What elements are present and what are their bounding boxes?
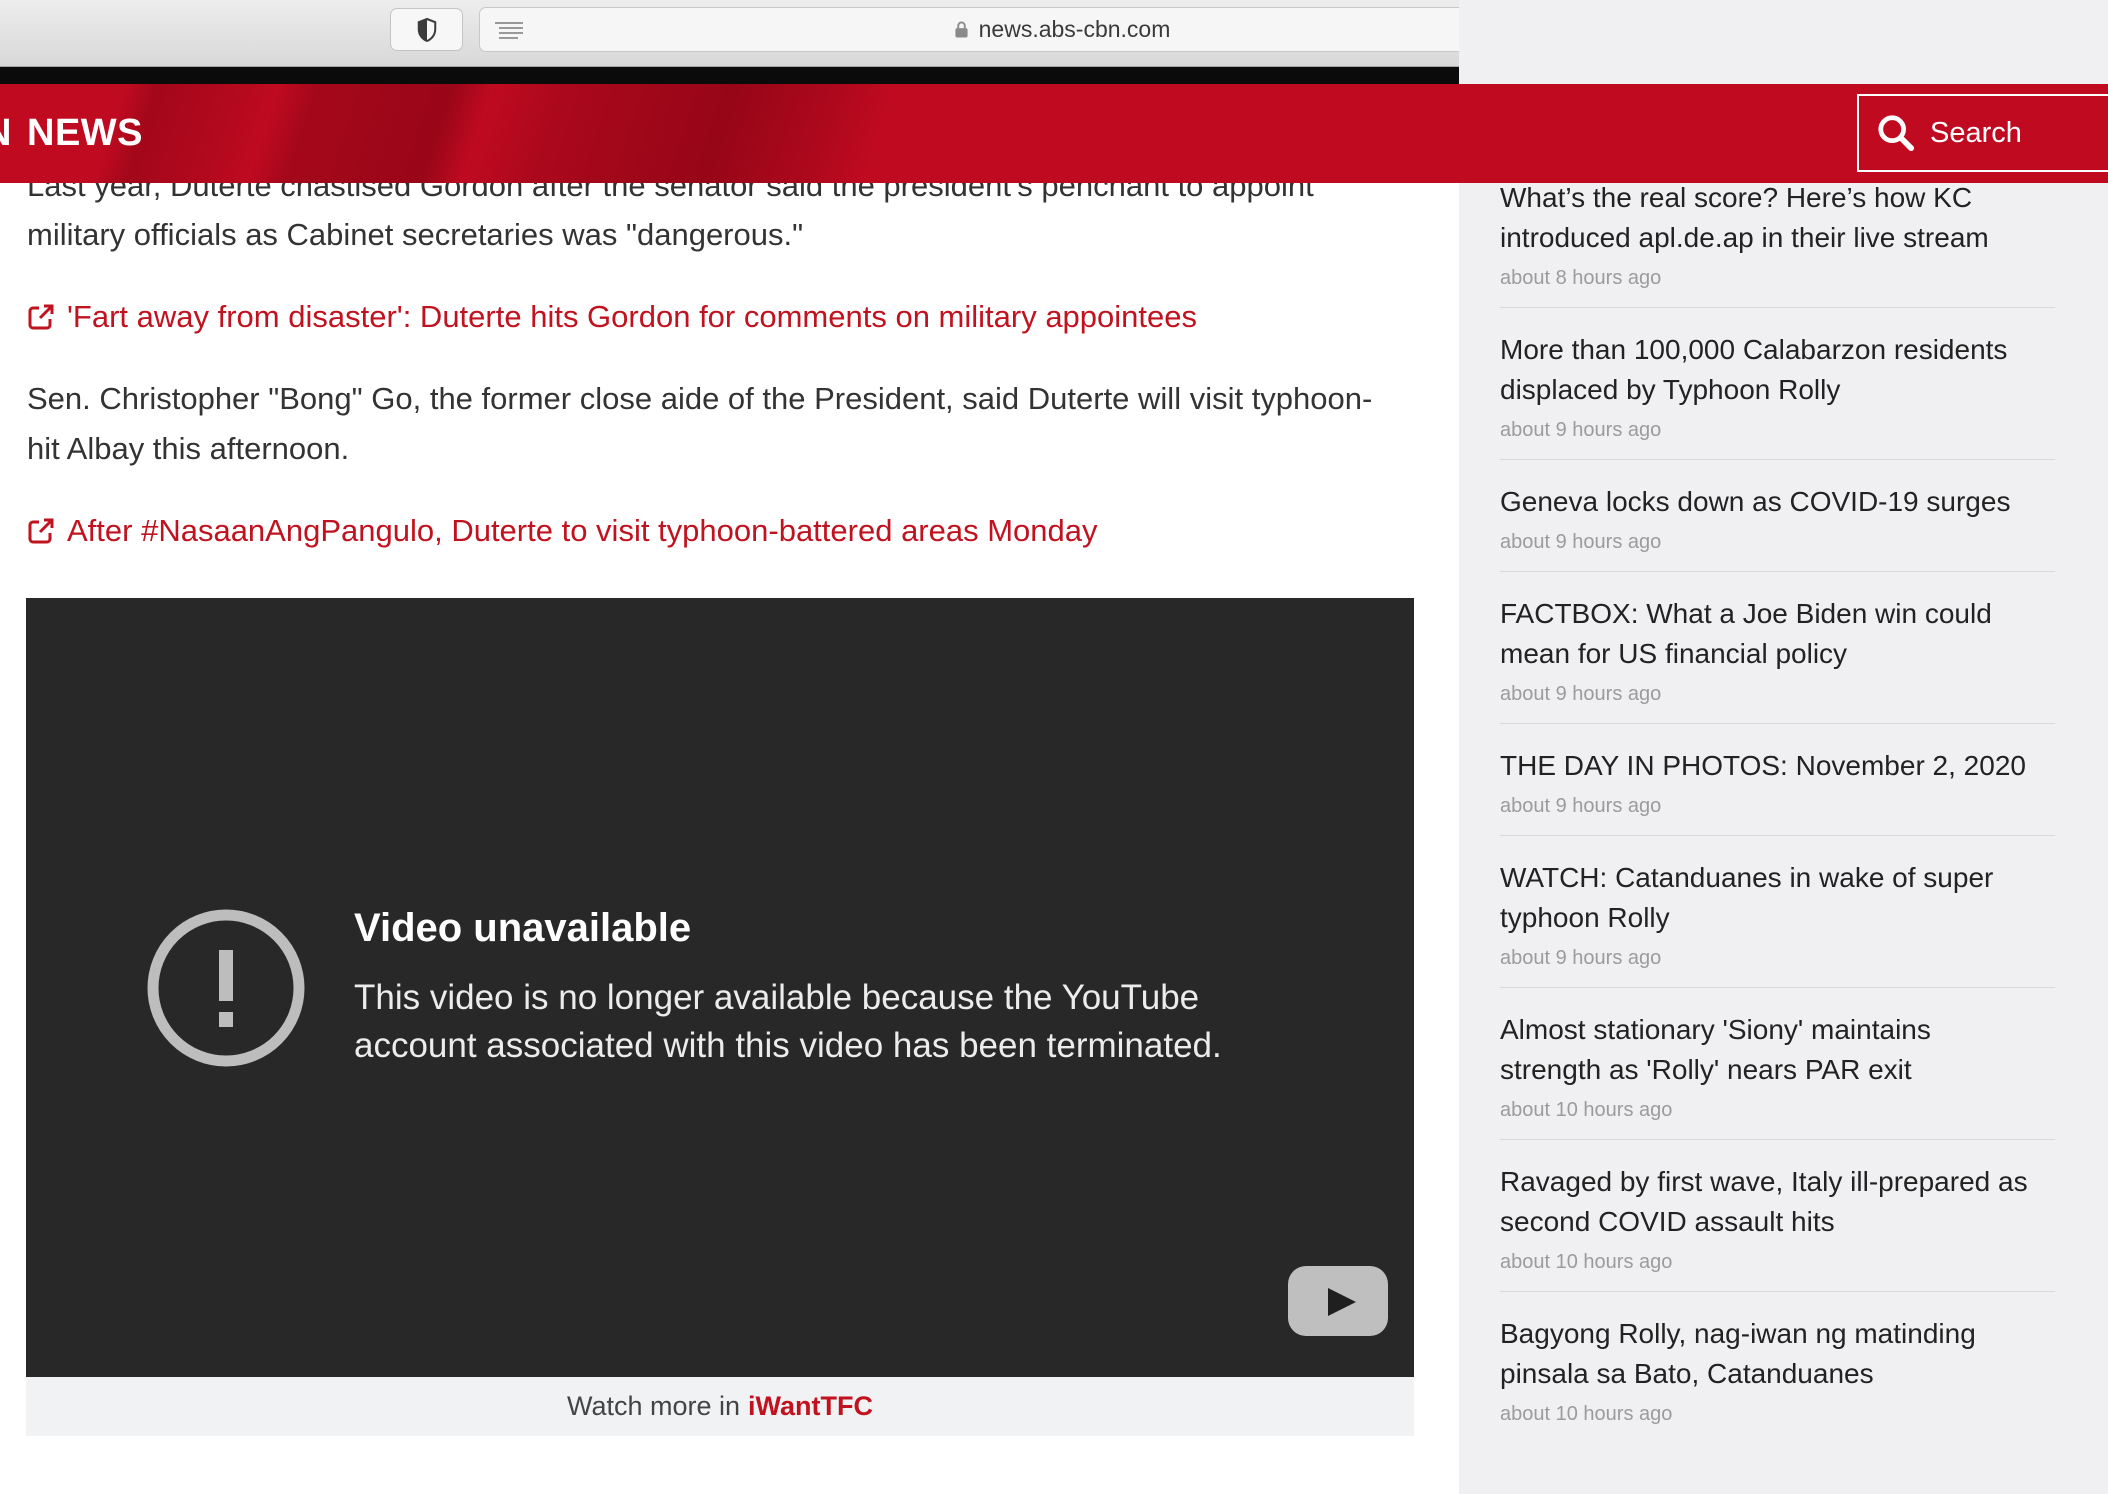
news-title: THE DAY IN PHOTOS: November 2, 2020: [1500, 750, 2026, 781]
iwanttfc-link[interactable]: iWantTFC: [748, 1391, 873, 1422]
url-text: news.abs-cbn.com: [978, 16, 1171, 42]
magnifier-icon: [1877, 114, 1915, 152]
news-title: pinsala sa Bato, Catanduanes: [1500, 1358, 1874, 1389]
video-error-title: Video unavailable: [354, 906, 692, 950]
news-title: Bagyong Rolly, nag-iwan ng matinding: [1500, 1318, 1976, 1349]
logo-fragment-text: N: [0, 84, 11, 183]
news-title: More than 100,000 Calabarzon residents: [1500, 334, 2008, 365]
paragraph-line: Sen. Christopher "Bong" Go, the former c…: [27, 381, 1373, 416]
news-title: FACTBOX: What a Joe Biden win could: [1500, 598, 1992, 629]
search-label: Search: [1930, 117, 2022, 149]
exclamation-circle-icon: [146, 908, 306, 1068]
list-item[interactable]: WATCH: Catanduanes in wake of super typh…: [1500, 836, 2055, 988]
list-item[interactable]: FACTBOX: What a Joe Biden win could mean…: [1500, 572, 2055, 724]
latest-news-sidebar: What’s the real score? Here’s how KC int…: [1459, 0, 2108, 1494]
list-item[interactable]: More than 100,000 Calabarzon residents d…: [1500, 308, 2055, 460]
browser-window: news.abs-cbn.com N NEWS Search: [0, 0, 2108, 1494]
news-title: Ravaged by first wave, Italy ill-prepare…: [1500, 1166, 2028, 1197]
news-title: displaced by Typhoon Rolly: [1500, 374, 1841, 405]
site-header: N NEWS Search: [0, 84, 2108, 183]
news-timestamp: about 9 hours ago: [1500, 531, 1662, 553]
related-link-nasaanangpangulo[interactable]: After #NasaanAngPangulo, Duterte to visi…: [27, 506, 1098, 556]
paragraph-line: hit Albay this afternoon.: [27, 431, 350, 466]
news-title: Geneva locks down as COVID-19 surges: [1500, 486, 2011, 517]
news-title: typhoon Rolly: [1500, 902, 1670, 933]
youtube-logo-icon[interactable]: [1288, 1266, 1388, 1336]
list-item[interactable]: Ravaged by first wave, Italy ill-prepare…: [1500, 1140, 2055, 1292]
logo-fragment[interactable]: N: [0, 84, 12, 183]
latest-news-list: What’s the real score? Here’s how KC int…: [1500, 156, 2055, 1443]
news-title: second COVID assault hits: [1500, 1206, 1835, 1237]
news-title: mean for US financial policy: [1500, 638, 1848, 669]
list-item[interactable]: Bagyong Rolly, nag-iwan ng matinding pin…: [1500, 1292, 2055, 1443]
news-timestamp: about 10 hours ago: [1500, 1403, 1673, 1425]
video-embed[interactable]: Video unavailable This video is no longe…: [26, 598, 1414, 1377]
watch-more-bar: Watch more in iWantTFC: [26, 1377, 1414, 1436]
news-timestamp: about 10 hours ago: [1500, 1251, 1673, 1273]
list-item[interactable]: Almost stationary 'Siony' maintains stre…: [1500, 988, 2055, 1140]
news-timestamp: about 9 hours ago: [1500, 419, 1662, 441]
list-item[interactable]: THE DAY IN PHOTOS: November 2, 2020 abou…: [1500, 724, 2055, 836]
news-title: introduced apl.de.ap in their live strea…: [1500, 222, 1989, 253]
lock-icon: [954, 20, 969, 39]
privacy-report-button[interactable]: [390, 8, 463, 51]
site-logo-news[interactable]: NEWS: [27, 84, 143, 183]
paragraph-line: military officials as Cabinet secretarie…: [27, 217, 804, 252]
news-timestamp: about 8 hours ago: [1500, 267, 1662, 289]
watch-more-text: Watch more in: [566, 1391, 741, 1421]
news-title: Almost stationary 'Siony' maintains: [1500, 1014, 1931, 1045]
news-timestamp: about 9 hours ago: [1500, 795, 1662, 817]
video-error-message: This video is no longer available becaus…: [354, 978, 1200, 1017]
external-link-icon: [27, 303, 55, 331]
video-error-message: account associated with this video has b…: [354, 1026, 1222, 1065]
related-link-text: After #NasaanAngPangulo, Duterte to visi…: [67, 513, 1098, 548]
related-link-fart-away[interactable]: 'Fart away from disaster': Duterte hits …: [27, 292, 1197, 342]
news-timestamp: about 9 hours ago: [1500, 947, 1662, 969]
external-link-icon: [27, 517, 55, 545]
search-button[interactable]: Search: [1857, 94, 2108, 172]
list-item[interactable]: Geneva locks down as COVID-19 surges abo…: [1500, 460, 2055, 572]
shield-icon: [416, 17, 438, 43]
news-timestamp: about 9 hours ago: [1500, 683, 1662, 705]
news-title: WATCH: Catanduanes in wake of super: [1500, 862, 1994, 893]
related-link-text: 'Fart away from disaster': Duterte hits …: [67, 299, 1198, 334]
news-title: What’s the real score? Here’s how KC: [1500, 182, 1973, 213]
news-title: strength as 'Rolly' nears PAR exit: [1500, 1054, 1912, 1085]
news-timestamp: about 10 hours ago: [1500, 1099, 1673, 1121]
